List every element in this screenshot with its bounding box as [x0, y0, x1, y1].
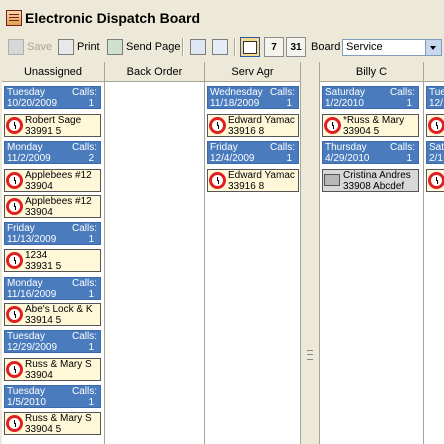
day-header[interactable]: Tuesday Calls: 10/20/2009 1	[4, 86, 101, 109]
pager-icon	[107, 39, 123, 55]
day-header[interactable]: Tue 12/	[426, 86, 444, 109]
job-card[interactable]: Robert Sage 33991 5	[4, 114, 101, 137]
month-view-button[interactable]: 31	[286, 37, 306, 57]
day-header[interactable]: Wednesday Calls: 11/18/2009 1	[207, 86, 299, 109]
dispatch-board: Unassigned Back Order Serv Agr Billy C T…	[0, 60, 444, 444]
day-header[interactable]: Saturday Calls: 1/2/2010 1	[322, 86, 419, 109]
board-label: Board	[311, 41, 341, 53]
alarm-clock-icon	[6, 306, 23, 323]
job-card[interactable]: Applebees #12 33904	[4, 169, 101, 192]
column-unassigned: Tuesday Calls: 10/20/2009 1 Robert Sage 3399…	[2, 82, 105, 444]
job-card[interactable]: Abe's Lock & K 33914 5	[4, 303, 101, 326]
column-next-tech: Tue 12/ Sat 2/1	[424, 82, 444, 444]
alarm-clock-icon	[209, 117, 226, 134]
week-view-label: 7	[271, 41, 277, 53]
window-title: Electronic Dispatch Board	[25, 10, 201, 26]
alarm-clock-icon	[428, 117, 444, 134]
alarm-clock-icon	[6, 415, 23, 432]
column-serv-agr: Wednesday Calls: 11/18/2009 1 Edward Yamac 3…	[205, 82, 301, 444]
chevron-down-icon[interactable]	[425, 40, 441, 55]
week-view-button[interactable]: 7	[264, 37, 284, 57]
column-header-serv-agr[interactable]: Serv Agr	[205, 62, 301, 82]
day-header[interactable]: Friday Calls: 11/13/2009 1	[4, 222, 101, 245]
day-header[interactable]: Monday Calls: 11/2/2009 2	[4, 141, 101, 164]
board-select[interactable]: Service	[342, 39, 442, 56]
alarm-clock-icon	[209, 172, 226, 189]
send-page-button[interactable]: Send Page	[107, 37, 180, 57]
splitter-grip-icon	[307, 350, 313, 360]
column-header-unassigned[interactable]: Unassigned	[2, 62, 105, 82]
printer-icon	[58, 39, 74, 55]
column-header-next[interactable]	[424, 62, 444, 82]
job-card[interactable]: Russ & Mary S 33904 5	[4, 412, 101, 435]
day-header[interactable]: Friday Calls: 12/4/2009 1	[207, 141, 299, 164]
job-card[interactable]: Applebees #12 33904	[4, 195, 101, 218]
save-label: Save	[27, 41, 53, 53]
calendar-day-icon	[243, 40, 257, 54]
alarm-clock-icon	[6, 252, 23, 269]
board-select-value: Service	[346, 41, 383, 53]
day-header[interactable]: Tuesday Calls: 12/29/2009 1	[4, 330, 101, 353]
app-calendar-icon	[6, 10, 22, 26]
day-header[interactable]: Sat 2/1	[426, 141, 444, 164]
alarm-clock-icon	[6, 117, 23, 134]
alarm-clock-icon	[324, 117, 341, 134]
alarm-clock-icon	[6, 172, 23, 189]
send-page-label: Send Page	[126, 41, 181, 53]
column-header-billy-c[interactable]: Billy C	[320, 62, 424, 82]
toolbar-separator	[182, 38, 184, 56]
job-card[interactable]: 1234 33931 5	[4, 249, 101, 272]
contacts-button[interactable]	[212, 37, 231, 57]
job-card[interactable]: Edward Yamac 33916 8	[207, 114, 299, 137]
print-button[interactable]: Print	[58, 37, 100, 57]
panel-splitter[interactable]	[300, 62, 320, 444]
column-header-back-order[interactable]: Back Order	[105, 62, 205, 82]
day-header[interactable]: Thursday Calls: 4/29/2010 1	[322, 141, 419, 164]
contact-card-icon	[212, 39, 228, 55]
job-card[interactable]: Cristina Andres 33908 Abcdef	[322, 169, 419, 192]
column-back-order	[105, 82, 205, 444]
job-card[interactable]	[426, 114, 444, 137]
job-card[interactable]: Russ & Mary S 33904	[4, 358, 101, 381]
day-view-button[interactable]	[240, 37, 260, 57]
job-card[interactable]	[426, 169, 444, 192]
layout-button[interactable]	[190, 37, 209, 57]
save-icon	[8, 39, 24, 55]
day-header[interactable]: Monday Calls: 11/16/2009 1	[4, 277, 101, 300]
alarm-clock-icon	[428, 172, 444, 189]
title-bar: Electronic Dispatch Board	[0, 0, 444, 35]
day-header[interactable]: Tuesday Calls: 1/5/2010 1	[4, 385, 101, 408]
month-view-label: 31	[290, 41, 302, 53]
toolbar-separator	[234, 38, 236, 56]
alarm-clock-icon	[6, 198, 23, 215]
job-card[interactable]: Edward Yamac 33916 8	[207, 169, 299, 192]
column-billy-c: Saturday Calls: 1/2/2010 1 *Russ & Mary 3390…	[320, 82, 424, 444]
alarm-clock-icon	[6, 361, 23, 378]
save-button[interactable]: Save	[8, 37, 52, 57]
toolbar: Save Print Send Page 7 31 Board Service	[0, 34, 444, 61]
truck-icon	[324, 174, 340, 186]
print-label: Print	[77, 41, 100, 53]
layout-icon	[190, 39, 206, 55]
job-card[interactable]: *Russ & Mary 33904 5	[322, 114, 419, 137]
